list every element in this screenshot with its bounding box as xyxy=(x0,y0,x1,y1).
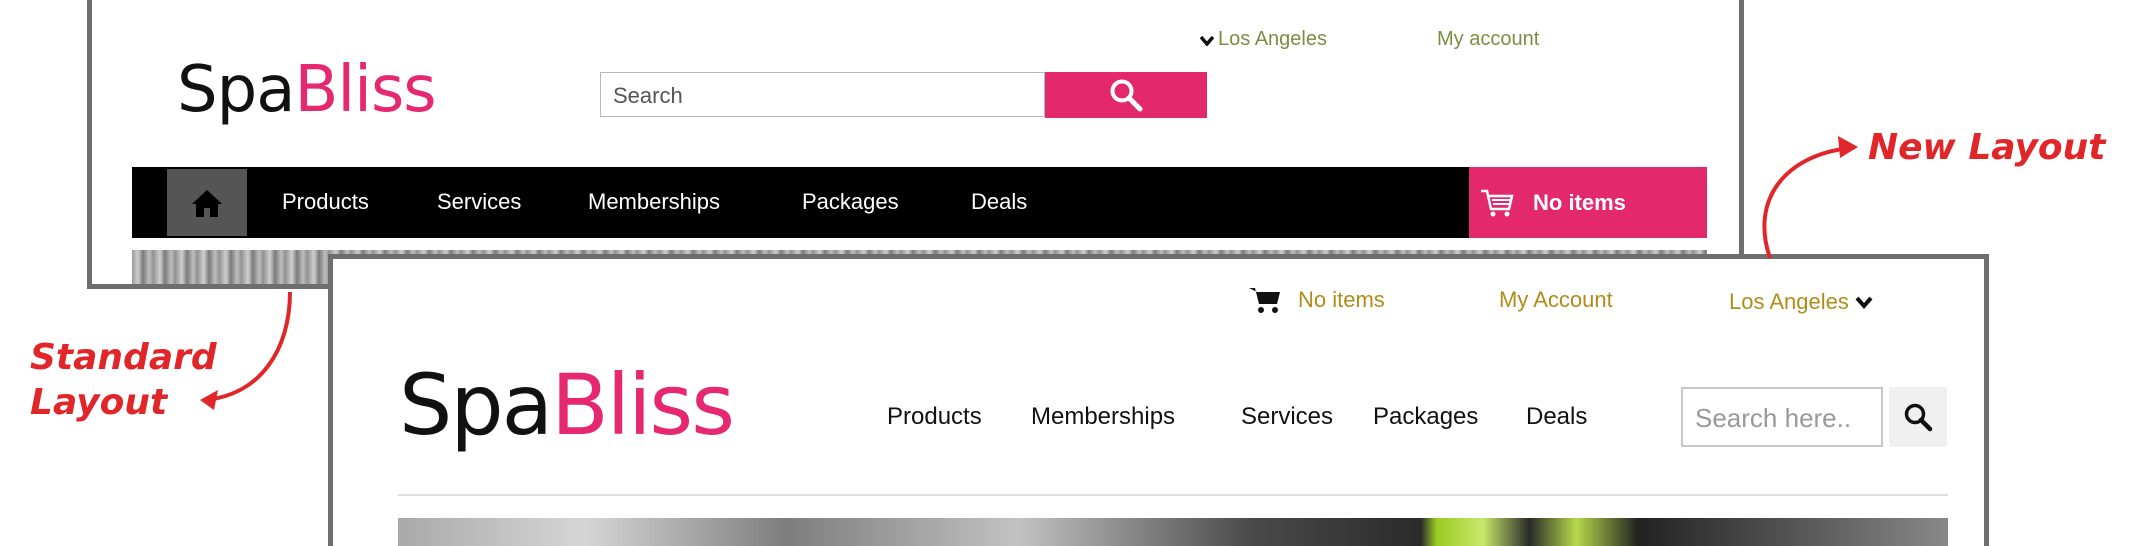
new-arrow xyxy=(1762,146,1851,259)
annotation-arrows xyxy=(200,136,1858,410)
new-arrowhead xyxy=(1838,136,1858,158)
standard-arrow xyxy=(204,291,292,402)
standard-arrowhead xyxy=(200,390,218,410)
